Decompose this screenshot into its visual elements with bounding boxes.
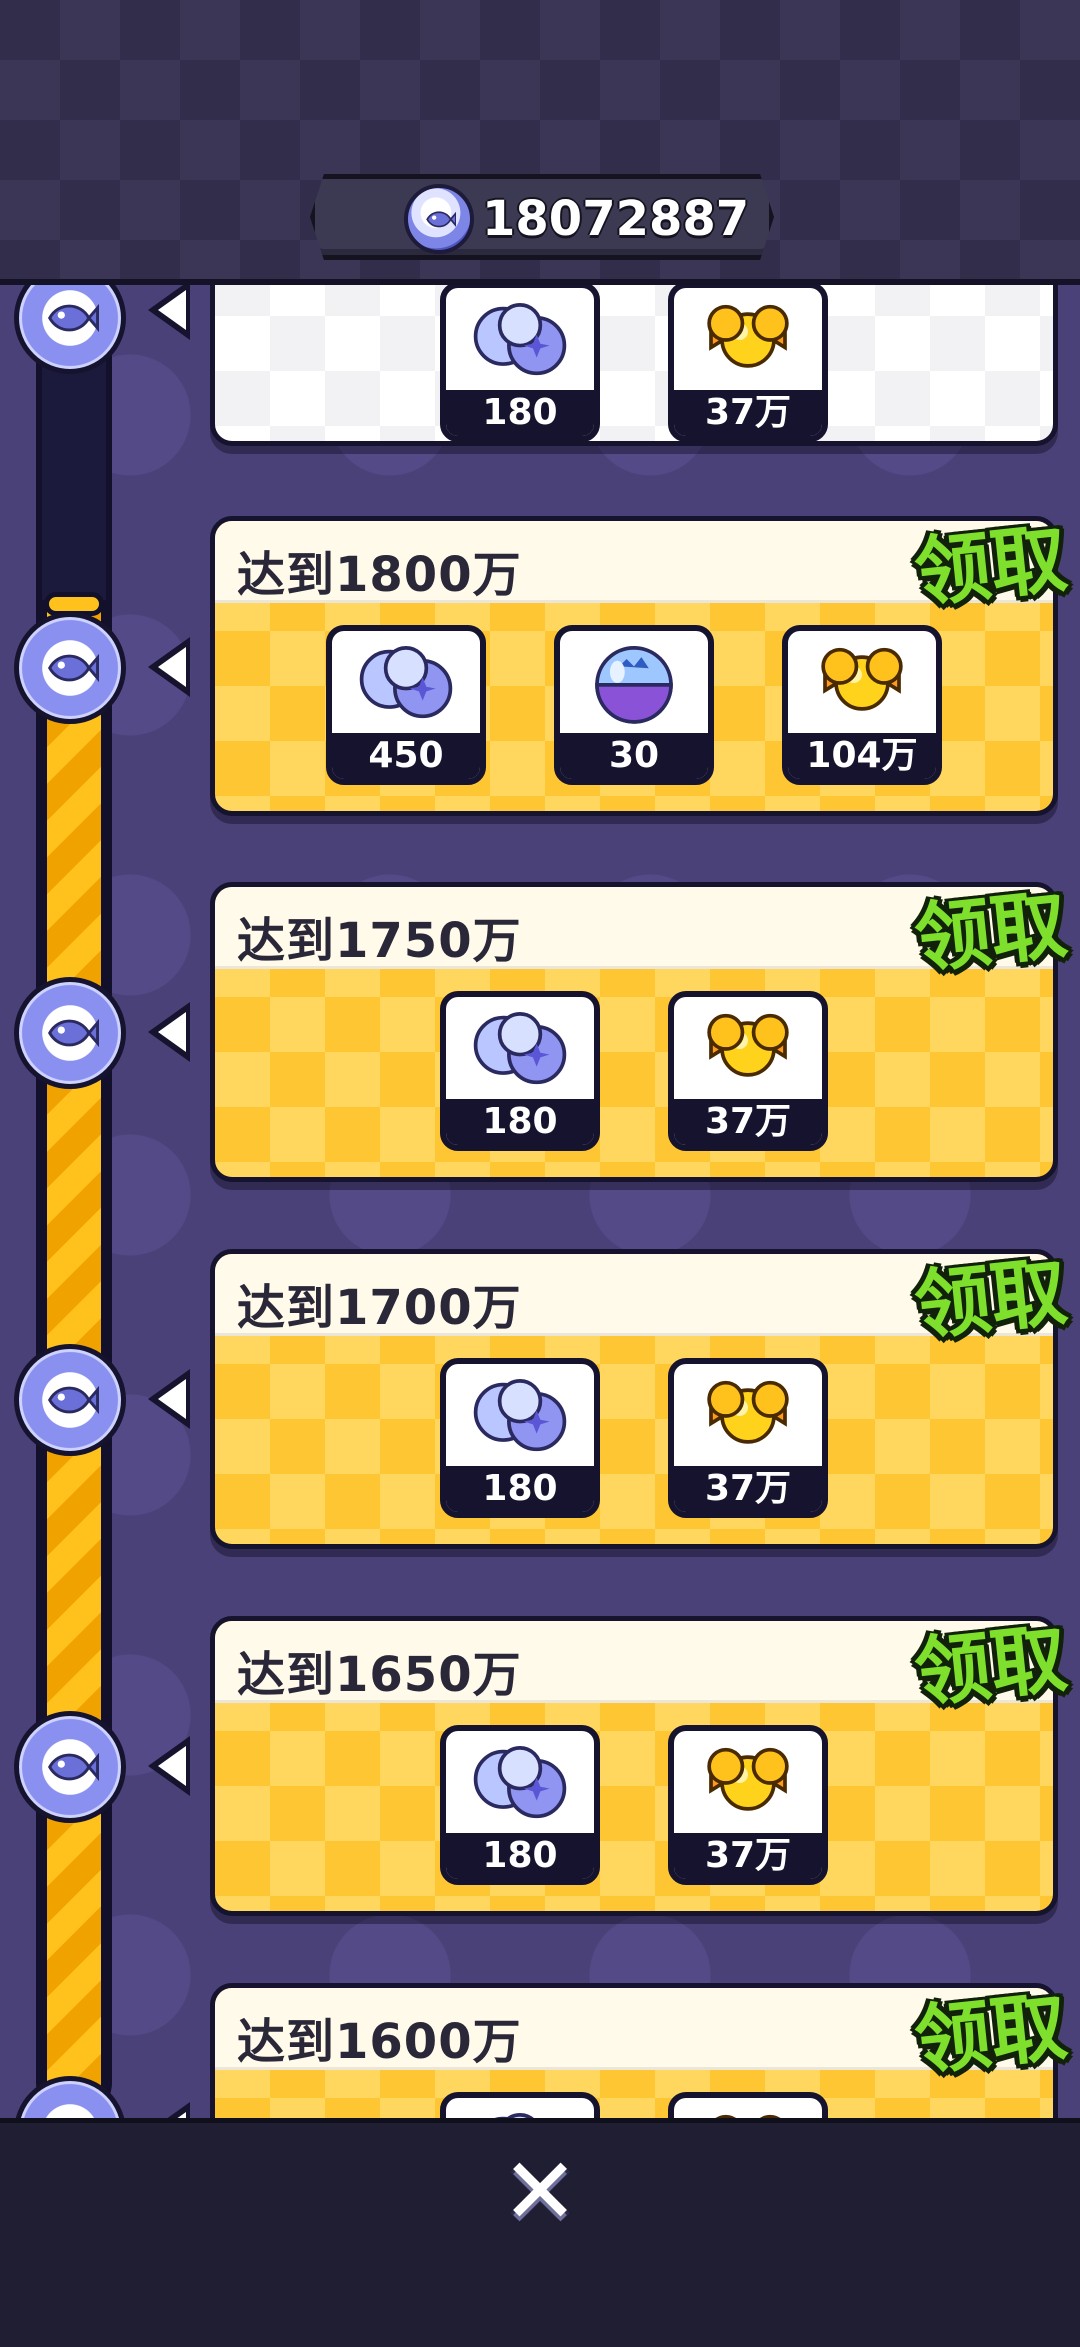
reward-item[interactable]: 180 xyxy=(440,1358,600,1518)
pointer-arrow-icon xyxy=(148,637,190,697)
close-button[interactable]: ✕ xyxy=(498,2138,582,2245)
claim-button[interactable]: 领取 xyxy=(909,1596,1072,1721)
reward-item[interactable]: 37万 xyxy=(668,282,828,441)
gacha-capsule-icon xyxy=(595,646,673,724)
pointer-arrow-icon xyxy=(148,1736,190,1796)
reward-count: 180 xyxy=(446,1099,594,1145)
milestone-title: 达到1600万 xyxy=(237,2014,522,2070)
fish-coin-icon xyxy=(14,1711,126,1823)
reward-item[interactable]: 37万 xyxy=(668,1358,828,1518)
reward-item[interactable]: 37万 xyxy=(668,1725,828,1885)
gold-candy-icon xyxy=(821,647,903,711)
reward-item[interactable]: 180 xyxy=(440,991,600,1151)
claim-button[interactable]: 领取 xyxy=(909,1964,1072,2089)
pointer-arrow-icon xyxy=(148,1369,190,1429)
pointer-arrow-icon xyxy=(148,1002,190,1062)
claim-button[interactable]: 领取 xyxy=(909,1229,1072,1354)
reward-item[interactable]: 450 xyxy=(326,625,486,785)
fish-coin-icon xyxy=(14,977,126,1089)
reward-item[interactable]: 180 xyxy=(440,1725,600,1885)
gold-candy-icon xyxy=(707,304,789,368)
crystal-orbs-icon xyxy=(473,1012,567,1085)
reward-count: 104万 xyxy=(788,733,936,779)
reward-item[interactable]: 180 xyxy=(440,282,600,441)
reward-item[interactable]: 104万 xyxy=(782,625,942,785)
reward-count: 180 xyxy=(446,390,594,436)
score-value: 18072887 xyxy=(482,191,750,247)
reward-count: 30 xyxy=(560,733,708,779)
fish-coin-icon xyxy=(404,184,474,254)
crystal-orbs-icon xyxy=(473,1746,567,1819)
crystal-orbs-icon xyxy=(473,1379,567,1452)
reward-count: 37万 xyxy=(674,1833,822,1879)
reward-count: 180 xyxy=(446,1466,594,1512)
score-display: 18072887 xyxy=(404,182,749,256)
milestone-title: 达到1650万 xyxy=(237,1647,522,1703)
claim-button[interactable]: 领取 xyxy=(909,862,1072,987)
milestone-title: 达到1800万 xyxy=(237,547,522,603)
reward-item[interactable]: 37万 xyxy=(668,991,828,1151)
milestone-title: 达到1700万 xyxy=(237,1280,522,1336)
gold-candy-icon xyxy=(707,1013,789,1077)
fish-coin-icon xyxy=(14,612,126,724)
reward-count: 37万 xyxy=(674,1099,822,1145)
milestone-title: 达到1750万 xyxy=(237,913,522,969)
fish-coin-icon xyxy=(14,1344,126,1456)
reward-count: 37万 xyxy=(674,1466,822,1512)
gold-candy-icon xyxy=(707,1747,789,1811)
reward-count: 37万 xyxy=(674,390,822,436)
claim-button[interactable]: 领取 xyxy=(909,496,1072,621)
reward-count: 450 xyxy=(332,733,480,779)
gold-candy-icon xyxy=(707,1380,789,1444)
crystal-orbs-icon xyxy=(359,645,453,719)
reward-item[interactable]: 30 xyxy=(554,625,714,785)
reward-count: 180 xyxy=(446,1833,594,1879)
pointer-arrow-icon xyxy=(148,280,190,340)
close-icon: ✕ xyxy=(501,2138,579,2245)
crystal-orbs-icon xyxy=(473,303,567,376)
